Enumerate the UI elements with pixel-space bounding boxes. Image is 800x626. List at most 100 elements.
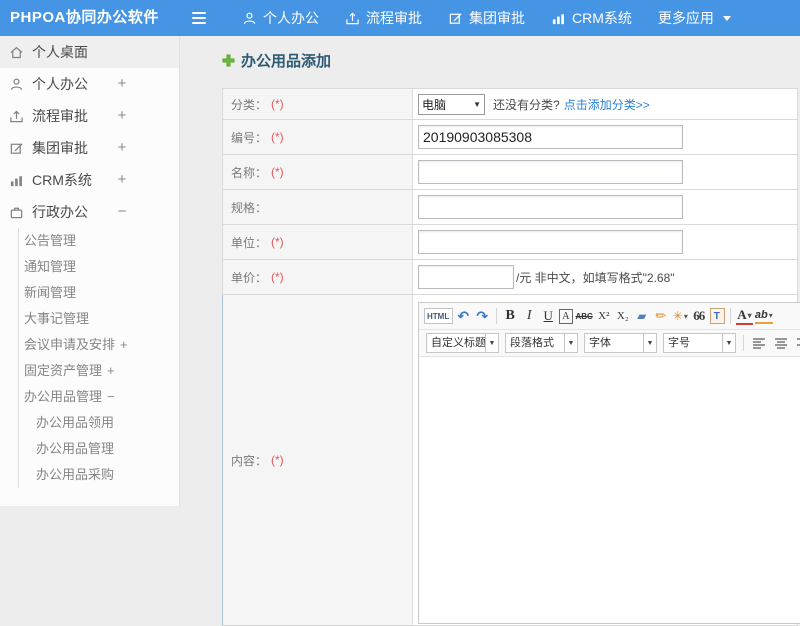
- format-brush-icon[interactable]: ✏: [653, 306, 670, 326]
- hamburger-menu-icon[interactable]: [192, 9, 210, 27]
- align-center-icon[interactable]: [771, 333, 791, 353]
- caret-down-icon: ▼: [723, 333, 736, 353]
- sidebar-item-memorabilia-mgmt[interactable]: 大事记管理: [19, 306, 179, 332]
- toolbar-separator: [729, 308, 731, 324]
- undo-icon[interactable]: ↶: [455, 306, 472, 326]
- sidebar-item-fixed-assets-mgmt[interactable]: 固定资产管理 +: [19, 358, 179, 384]
- expand-toggle[interactable]: +: [114, 100, 130, 132]
- expand-toggle[interactable]: +: [114, 164, 130, 196]
- top-menu-label: 流程审批: [366, 10, 422, 26]
- number-input[interactable]: [418, 125, 683, 149]
- heading-select[interactable]: 自定义标题 ▼: [426, 333, 499, 353]
- share-icon: [346, 12, 359, 24]
- button-glyph: I: [526, 308, 532, 323]
- top-menu-workflow-approval[interactable]: 流程审批: [345, 8, 422, 28]
- remove-format-icon[interactable]: ▰: [634, 306, 651, 326]
- field-label: 单价： (*): [223, 260, 413, 294]
- paragraph-format-select[interactable]: 段落格式 ▼: [505, 333, 578, 353]
- price-input[interactable]: [418, 265, 514, 289]
- button-glyph: 66: [693, 308, 705, 323]
- subitem-label: 通知管理: [24, 259, 77, 274]
- sidebar-item-notice-mgmt[interactable]: 通知管理: [19, 254, 179, 280]
- sidebar-item-meeting-request[interactable]: 会议申请及安排 +: [19, 332, 179, 358]
- subsubitem-label: 办公用品领用: [36, 415, 115, 430]
- sidebar-item-office-supplies-claim[interactable]: 办公用品领用: [19, 410, 179, 436]
- sidebar-item-personal-desktop[interactable]: 个人桌面: [0, 36, 179, 68]
- category-selected-value: 电脑: [422, 97, 447, 112]
- superscript-button[interactable]: X²: [596, 306, 613, 326]
- subitem-label: 办公用品管理: [24, 389, 103, 404]
- top-menu-personal-office[interactable]: 个人办公: [242, 8, 319, 28]
- paste-as-text-button[interactable]: T: [709, 308, 725, 324]
- redo-icon[interactable]: ↷: [474, 306, 491, 326]
- align-left-icon[interactable]: [749, 333, 769, 353]
- font-color-button[interactable]: A ▾: [735, 307, 753, 325]
- underline-button[interactable]: U: [540, 306, 557, 326]
- rich-text-editor: HTML ↶ ↷ B I U A ABC X² X₂ ▰ ✏ ✳ ▾ 66 T …: [418, 302, 800, 624]
- sidebar-item-office-supplies-mgmt[interactable]: 办公用品管理 −: [19, 384, 179, 410]
- unit-input[interactable]: [418, 230, 683, 254]
- sidebar: 个人桌面 个人办公 + 流程审批 + 集团审批 + CRM系统 + 行政办公 −…: [0, 36, 180, 506]
- expand-toggle[interactable]: +: [107, 363, 115, 378]
- expand-toggle[interactable]: +: [114, 132, 130, 164]
- highlight-color-button[interactable]: ab ▾: [754, 308, 773, 324]
- editor-content-area[interactable]: [419, 357, 800, 623]
- edit-icon: [10, 142, 23, 154]
- sidebar-item-office-supplies-purchase[interactable]: 办公用品采购: [19, 462, 179, 488]
- subitem-label: 新闻管理: [24, 285, 77, 300]
- main-content: 办公用品添加 分类： (*) 电脑 ▼ 还没有分类? 点击添加分类>> 编号： …: [181, 36, 800, 626]
- font-family-select[interactable]: 字体 ▼: [584, 333, 657, 353]
- top-menu-label: 集团审批: [469, 10, 525, 26]
- strikethrough-button[interactable]: ABC: [575, 306, 593, 326]
- sidebar-item-label: 个人桌面: [32, 44, 88, 60]
- button-glyph: X²: [598, 310, 610, 322]
- html-source-button[interactable]: HTML: [424, 308, 454, 324]
- button-glyph: A: [562, 310, 570, 322]
- required-mark: (*): [271, 453, 284, 467]
- button-glyph: ↷: [476, 307, 489, 324]
- bold-button[interactable]: B: [502, 306, 519, 326]
- quick-format-icon[interactable]: ✳ ▾: [672, 306, 689, 326]
- office-supply-add-form: 分类： (*) 电脑 ▼ 还没有分类? 点击添加分类>> 编号： (*) 201…: [222, 88, 800, 626]
- sidebar-item-admin-office[interactable]: 行政办公 −: [0, 196, 179, 228]
- button-glyph: ✏: [655, 308, 667, 323]
- sidebar-item-workflow-approval[interactable]: 流程审批 +: [0, 100, 179, 132]
- required-mark: (*): [271, 97, 284, 111]
- sidebar-item-news-mgmt[interactable]: 新闻管理: [19, 280, 179, 306]
- sidebar-item-announcement-mgmt[interactable]: 公告管理: [19, 228, 179, 254]
- sidebar-item-label: 个人办公: [32, 76, 88, 92]
- collapse-toggle[interactable]: −: [107, 389, 115, 404]
- blockquote-button[interactable]: 66: [691, 306, 708, 326]
- font-size-select[interactable]: 字号 ▼: [663, 333, 736, 353]
- sidebar-item-group-approval[interactable]: 集团审批 +: [0, 132, 179, 164]
- expand-toggle[interactable]: +: [114, 68, 130, 100]
- subscript-button[interactable]: X₂: [615, 306, 632, 326]
- button-glyph: A: [737, 307, 747, 322]
- sidebar-item-label: 集团审批: [32, 140, 88, 156]
- top-menu-group-approval[interactable]: 集团审批: [448, 8, 525, 28]
- sidebar-item-crm-system[interactable]: CRM系统 +: [0, 164, 179, 196]
- user-icon: [10, 78, 23, 90]
- category-select[interactable]: 电脑 ▼: [418, 93, 485, 115]
- sidebar-item-personal-office[interactable]: 个人办公 +: [0, 68, 179, 100]
- share-icon: [10, 110, 23, 122]
- spec-input[interactable]: [418, 195, 683, 219]
- font-style-button[interactable]: A: [559, 308, 574, 324]
- top-menu-more-apps[interactable]: 更多应用: [658, 8, 731, 28]
- toolbar-separator: [743, 335, 744, 351]
- align-right-icon[interactable]: [793, 333, 800, 353]
- caret-down-icon: [722, 15, 731, 21]
- sidebar-item-office-supplies-manage[interactable]: 办公用品管理: [19, 436, 179, 462]
- expand-toggle[interactable]: +: [120, 337, 128, 352]
- top-menu-crm-system[interactable]: CRM系统: [551, 8, 632, 28]
- italic-button[interactable]: I: [521, 306, 538, 326]
- add-category-link[interactable]: 点击添加分类>>: [564, 96, 650, 113]
- label-text: 编号：: [231, 130, 268, 145]
- name-input[interactable]: [418, 160, 683, 184]
- button-glyph: ABC: [575, 311, 593, 321]
- add-plus-icon: [222, 54, 235, 67]
- page-title-text: 办公用品添加: [241, 53, 332, 70]
- editor-toolbar-row1: HTML ↶ ↷ B I U A ABC X² X₂ ▰ ✏ ✳ ▾ 66 T …: [419, 303, 800, 330]
- collapse-toggle[interactable]: −: [114, 196, 130, 228]
- no-category-hint: 还没有分类?: [493, 97, 560, 112]
